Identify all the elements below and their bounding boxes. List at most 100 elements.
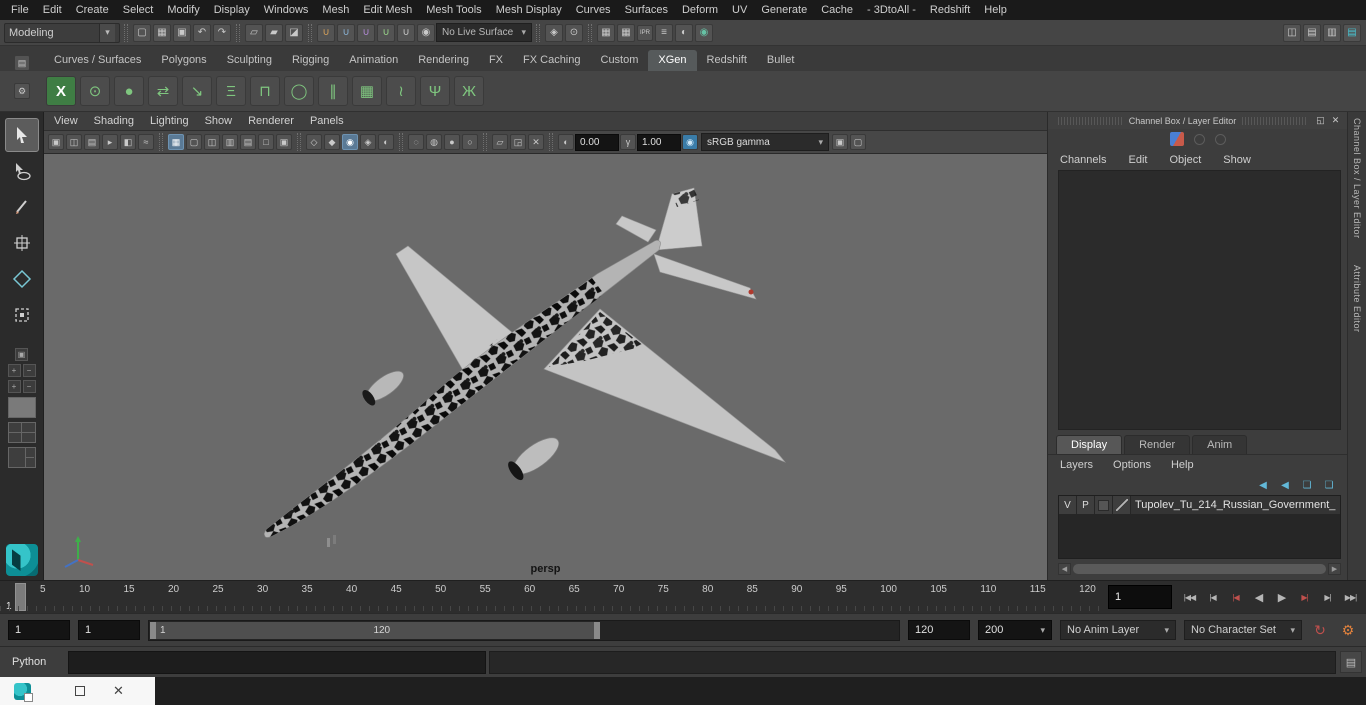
paint-select-tool-button[interactable]	[5, 190, 39, 224]
menu-channels[interactable]: Channels	[1060, 154, 1106, 166]
tab-anim[interactable]: Anim	[1192, 435, 1248, 454]
grid-plus-icon[interactable]: +	[7, 364, 21, 377]
subdiv-minus-icon[interactable]: −	[22, 380, 36, 393]
ipr-render-label-icon[interactable]: IPR	[637, 24, 653, 41]
wireframe-icon[interactable]	[306, 134, 322, 150]
open-scene-icon[interactable]	[153, 23, 171, 42]
scrollbar-thumb[interactable]	[1073, 563, 1326, 574]
current-frame-field[interactable]: 1	[1108, 585, 1172, 609]
layer-display-type-toggle[interactable]	[1095, 496, 1113, 514]
drag-grip[interactable]	[1242, 116, 1307, 125]
menu-deform[interactable]: Deform	[675, 4, 725, 16]
exposure-field[interactable]: 0.00	[575, 133, 619, 151]
pan-zoom-icon[interactable]	[138, 134, 154, 150]
panel-menu-view[interactable]: View	[54, 115, 78, 127]
character-set-dropdown[interactable]: No Character Set	[1184, 620, 1302, 640]
channel-box-dock-tab[interactable]: Channel Box / Layer Editor	[1352, 118, 1362, 239]
xgen-sparkle-icon[interactable]	[454, 76, 484, 106]
step-back-key-button[interactable]: |◀	[1224, 586, 1247, 608]
panel-menu-renderer[interactable]: Renderer	[248, 115, 294, 127]
safe-title-icon[interactable]	[276, 134, 292, 150]
go-to-start-button[interactable]: |◀◀	[1178, 586, 1201, 608]
layout-four-pane-button[interactable]	[7, 422, 36, 443]
create-empty-layer-icon[interactable]: ❏	[1299, 478, 1315, 492]
channel-box-toggle-icon[interactable]	[1343, 23, 1361, 42]
menu-edit-mesh[interactable]: Edit Mesh	[356, 4, 419, 16]
menu-uv[interactable]: UV	[725, 4, 754, 16]
menu-mesh[interactable]: Mesh	[315, 4, 356, 16]
make-live-icon[interactable]	[417, 23, 435, 42]
play-forwards-button[interactable]: ▶	[1270, 586, 1293, 608]
layer-row[interactable]: V P Tupolev_Tu_214_Russian_Government_	[1059, 496, 1340, 515]
command-line-input[interactable]	[68, 650, 486, 674]
layer-color-swatch[interactable]	[1113, 496, 1131, 514]
shelf-tab-xgen[interactable]: XGen	[648, 50, 697, 71]
menu-redshift[interactable]: Redshift	[923, 4, 977, 16]
animation-start-field[interactable]: 1	[78, 620, 140, 640]
new-scene-icon[interactable]	[133, 23, 151, 42]
shelf-tab-animation[interactable]: Animation	[339, 50, 408, 71]
launch-ipr-icon[interactable]	[675, 23, 693, 42]
range-slider[interactable]: 1 120	[148, 619, 900, 641]
range-slider-bar[interactable]: 1 120	[150, 621, 600, 639]
guides-icon[interactable]	[318, 76, 348, 106]
snap-to-view-plane-icon[interactable]	[397, 23, 415, 42]
layer-playback-toggle[interactable]: P	[1077, 496, 1095, 514]
hypershade-icon[interactable]	[695, 23, 713, 42]
xray-icon[interactable]	[378, 134, 394, 150]
multisample-icon[interactable]	[528, 134, 544, 150]
bookmark-icon[interactable]	[102, 134, 118, 150]
xgen-sphere-icon[interactable]	[114, 76, 144, 106]
menu-create[interactable]: Create	[69, 4, 116, 16]
ipr-render-icon[interactable]	[617, 23, 635, 42]
grass-preset-icon[interactable]	[420, 76, 450, 106]
create-layer-from-selected-icon[interactable]: ❏	[1321, 478, 1337, 492]
lock-camera-icon[interactable]	[66, 134, 82, 150]
xgen-create-description-icon[interactable]	[46, 76, 76, 106]
maya-app-icon[interactable]	[14, 682, 33, 702]
restore-window-icon[interactable]	[75, 686, 85, 696]
scroll-left-icon[interactable]: ◀	[1058, 562, 1071, 575]
menu-modify[interactable]: Modify	[160, 4, 206, 16]
render-settings-icon[interactable]	[655, 23, 673, 42]
menu-display[interactable]: Display	[207, 4, 257, 16]
attribute-editor-dock-tab[interactable]: Attribute Editor	[1352, 265, 1362, 333]
step-back-frame-button[interactable]: |◀	[1201, 586, 1224, 608]
gamma-field[interactable]: 1.00	[637, 133, 681, 151]
range-end-handle[interactable]	[594, 621, 600, 639]
shelf-tab-polygons[interactable]: Polygons	[151, 50, 216, 71]
snap-to-curve-icon[interactable]	[337, 23, 355, 42]
command-language-label[interactable]: Python	[4, 656, 68, 668]
menu-show[interactable]: Show	[1223, 154, 1251, 166]
chevron-down-icon[interactable]: ▾	[99, 23, 115, 42]
shelf-tab-redshift[interactable]: Redshift	[697, 50, 757, 71]
gate-mask-icon[interactable]	[222, 134, 238, 150]
xgen-import-icon[interactable]	[182, 76, 212, 106]
tab-display[interactable]: Display	[1056, 435, 1123, 454]
snap-to-grid-icon[interactable]	[317, 23, 335, 42]
layer-visibility-toggle[interactable]: V	[1059, 496, 1077, 514]
modeling-toolkit-toggle-icon[interactable]	[1283, 23, 1301, 42]
shelf-tab-rigging[interactable]: Rigging	[282, 50, 339, 71]
scale-tool-button[interactable]	[5, 298, 39, 332]
menu-cache[interactable]: Cache	[814, 4, 860, 16]
exposure-icon[interactable]	[558, 134, 574, 150]
menu-3dtoall[interactable]: - 3DtoAll -	[860, 4, 923, 16]
plane-split-icon[interactable]	[510, 134, 526, 150]
snap-to-projected-center-icon[interactable]	[377, 23, 395, 42]
view-transform-dropdown[interactable]: sRGB gamma	[701, 133, 829, 151]
time-slider[interactable]: 1 5 10 15 20 25 30 35 40 45 50 55 60 65 …	[0, 581, 1102, 613]
xgen-inspect-icon[interactable]	[80, 76, 110, 106]
animation-preferences-icon[interactable]: ⚙	[1338, 620, 1358, 640]
speed-state-icon[interactable]	[1169, 132, 1184, 146]
wireframe-on-shaded-icon[interactable]	[360, 134, 376, 150]
grid-minus-icon[interactable]: −	[22, 364, 36, 377]
animation-end-field[interactable]: 200	[978, 620, 1052, 640]
shelf-tab-rendering[interactable]: Rendering	[408, 50, 479, 71]
save-scene-icon[interactable]	[173, 23, 191, 42]
gamma-icon[interactable]	[620, 134, 636, 150]
groom-lock-icon[interactable]	[250, 76, 280, 106]
shelf-tab-sculpting[interactable]: Sculpting	[217, 50, 282, 71]
viewport-canvas[interactable]: persp	[44, 154, 1047, 580]
playback-end-field[interactable]: 120	[908, 620, 970, 640]
